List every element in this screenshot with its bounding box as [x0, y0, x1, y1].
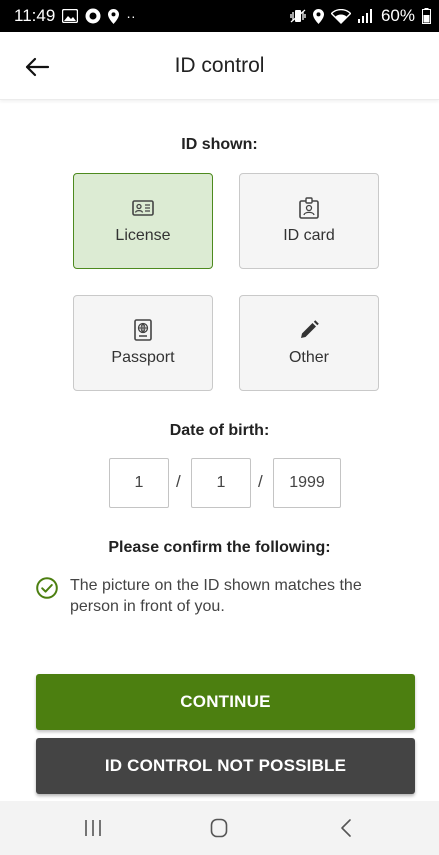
id-shown-label: ID shown: [181, 136, 258, 153]
passport-icon [131, 319, 155, 341]
id-control-not-possible-button[interactable]: ID CONTROL NOT POSSIBLE [36, 738, 415, 794]
more-notifications-dots: ·· [126, 8, 136, 24]
id-option-label: Passport [111, 349, 175, 366]
id-option-label: License [115, 227, 171, 244]
date-of-birth-label: Date of birth: [169, 422, 270, 439]
id-option-label: Other [288, 349, 329, 366]
pencil-icon [297, 319, 321, 341]
home-icon[interactable] [189, 808, 249, 848]
license-icon [131, 197, 155, 219]
confirm-label: Please confirm the following: [108, 539, 331, 556]
recent-apps-icon[interactable] [63, 808, 123, 848]
status-time: 11:49 [14, 6, 56, 25]
check-circle-icon[interactable] [36, 577, 58, 599]
continue-button[interactable]: CONTINUE [36, 674, 415, 730]
location-icon [312, 8, 324, 24]
signal-icon [357, 9, 374, 23]
dob-separator: / [258, 472, 263, 491]
nav-back-icon[interactable] [316, 808, 376, 848]
id-option-id-card[interactable]: ID card [239, 173, 379, 269]
app-bar: ID control [0, 32, 439, 100]
wifi-icon [330, 8, 351, 24]
system-nav-bar [0, 801, 439, 855]
id-option-passport[interactable]: Passport [73, 295, 213, 391]
confirm-item-text: The picture on the ID shown matches the … [70, 577, 362, 615]
dob-month-input[interactable]: 1 [191, 458, 251, 508]
status-bar: 11:49 ·· 60% [0, 0, 439, 32]
dob-day-input[interactable]: 1 [109, 458, 169, 508]
battery-percentage: 60% [380, 6, 415, 25]
id-card-icon [297, 197, 321, 219]
dob-separator: / [176, 472, 181, 491]
confirm-item: The picture on the ID shown matches the … [36, 575, 406, 617]
id-option-license[interactable]: License [73, 173, 213, 269]
app-notification-icon [85, 8, 101, 24]
page-title: ID control [174, 54, 265, 77]
gallery-icon [62, 9, 79, 23]
dob-year-input[interactable]: 1999 [273, 458, 341, 508]
mute-vibrate-icon [290, 9, 306, 23]
location-icon [108, 8, 120, 24]
battery-icon [422, 8, 431, 24]
id-option-other[interactable]: Other [239, 295, 379, 391]
id-option-label: ID card [283, 227, 335, 244]
